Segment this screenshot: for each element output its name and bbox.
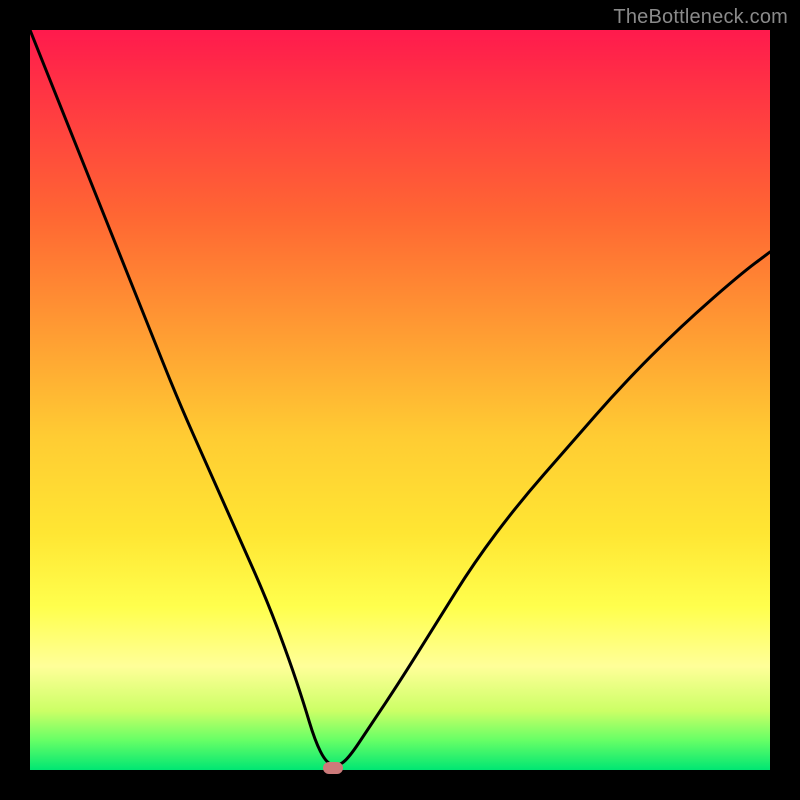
curve-svg: [30, 30, 770, 770]
bottleneck-curve-path: [30, 30, 770, 765]
optimum-marker: [323, 762, 343, 774]
plot-area: [30, 30, 770, 770]
chart-frame: TheBottleneck.com: [0, 0, 800, 800]
watermark-text: TheBottleneck.com: [613, 6, 788, 29]
